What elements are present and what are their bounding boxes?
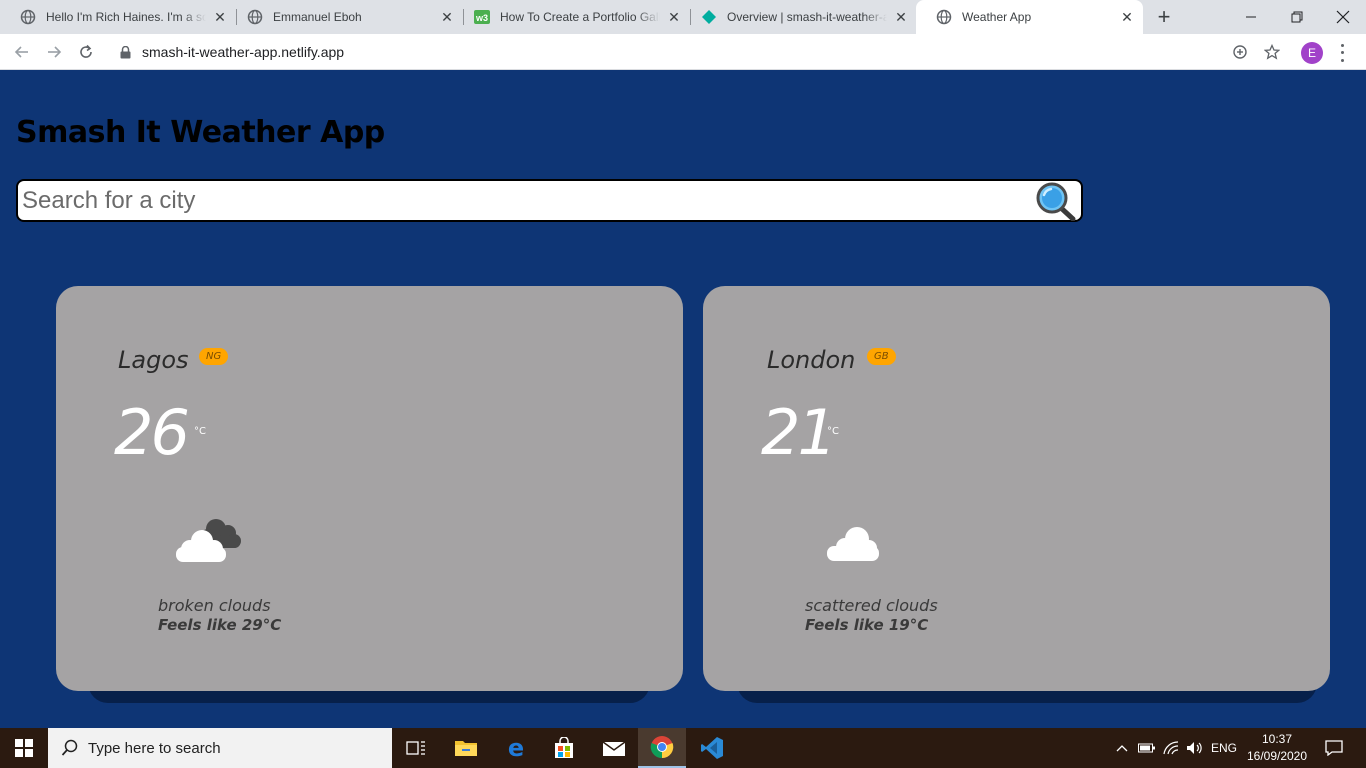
globe-icon	[936, 9, 952, 25]
taskbar-search-placeholder: Type here to search	[88, 739, 221, 757]
temperature-unit: °C	[194, 426, 206, 437]
feels-like: Feels like 19°C	[805, 616, 929, 634]
browser-toolbar: smash-it-weather-app.netlify.app E	[0, 34, 1366, 70]
close-window-button[interactable]	[1320, 0, 1366, 34]
tab-title: Emmanuel Eboh	[273, 10, 362, 24]
battery-icon[interactable]	[1136, 728, 1158, 768]
tab-title: Hello I'm Rich Haines. I'm a software de…	[46, 10, 206, 24]
close-tab-icon[interactable]: ✕	[212, 9, 228, 25]
minimize-button[interactable]	[1228, 0, 1274, 34]
install-app-icon[interactable]	[1228, 40, 1252, 64]
show-hidden-icons-chevron[interactable]	[1112, 728, 1132, 768]
chrome-icon[interactable]	[638, 728, 686, 768]
scattered-clouds-icon	[819, 511, 899, 571]
clock-date: 16/09/2020	[1246, 749, 1308, 763]
lock-icon[interactable]	[118, 45, 132, 59]
wifi-icon[interactable]	[1160, 728, 1182, 768]
weather-app-page: Smash It Weather App Lagos NG 26 °C	[0, 71, 1366, 728]
close-tab-icon[interactable]: ✕	[439, 9, 455, 25]
svg-text:w3: w3	[475, 13, 488, 23]
bookmark-star-icon[interactable]	[1260, 40, 1284, 64]
temperature-value: 26	[114, 396, 190, 469]
tab-emmanuel-eboh[interactable]: Emmanuel Eboh ✕	[227, 0, 463, 34]
netlify-icon	[701, 9, 717, 25]
edge-browser-icon[interactable]: e	[492, 728, 540, 768]
feels-like: Feels like 29°C	[158, 616, 282, 634]
file-explorer-icon[interactable]	[442, 728, 490, 768]
tab-title: How To Create a Portfolio Gallery	[500, 10, 660, 24]
city-name: Lagos	[118, 346, 189, 374]
city-card-lagos: Lagos NG 26 °C broken clouds Feels like …	[56, 286, 683, 691]
broken-clouds-icon	[168, 511, 248, 571]
vscode-icon[interactable]	[688, 728, 736, 768]
close-tab-icon[interactable]: ✕	[1119, 9, 1135, 25]
input-language[interactable]: ENG	[1208, 728, 1240, 768]
reload-icon[interactable]	[74, 40, 98, 64]
magnifier-search-icon[interactable]	[1033, 181, 1077, 222]
browser-tab-strip: Hello I'm Rich Haines. I'm a software de…	[0, 0, 1366, 34]
tab-portfolio-gallery[interactable]: w3 How To Create a Portfolio Gallery ✕	[454, 0, 690, 34]
weather-description: scattered clouds	[805, 596, 938, 615]
windows-taskbar: Type here to search e ENG 10:37 16/09/20…	[0, 728, 1366, 768]
mail-icon[interactable]	[590, 728, 638, 768]
task-view-icon[interactable]	[392, 728, 440, 768]
temperature-unit: °C	[827, 426, 839, 437]
back-arrow-icon[interactable]	[10, 40, 34, 64]
windows-start-icon[interactable]	[0, 728, 48, 768]
profile-avatar[interactable]: E	[1301, 42, 1323, 64]
close-tab-icon[interactable]: ✕	[893, 9, 909, 25]
city-search-input[interactable]	[22, 184, 1022, 217]
country-badge: GB	[867, 348, 896, 365]
clock-time: 10:37	[1261, 732, 1293, 746]
address-bar[interactable]: smash-it-weather-app.netlify.app	[108, 38, 1288, 66]
tab-netlify-overview[interactable]: Overview | smash-it-weather-app ✕	[681, 0, 917, 34]
temperature-value: 21	[761, 396, 837, 469]
new-tab-button[interactable]: +	[1152, 4, 1176, 29]
svg-text:e: e	[508, 736, 524, 760]
app-title: Smash It Weather App	[16, 115, 385, 150]
taskbar-search-box[interactable]: Type here to search	[48, 728, 392, 768]
globe-icon	[247, 9, 263, 25]
tab-weather-app[interactable]: Weather App ✕	[916, 0, 1143, 34]
weather-description: broken clouds	[158, 596, 271, 615]
browser-menu-icon[interactable]	[1334, 42, 1350, 64]
restore-button[interactable]	[1274, 0, 1320, 34]
system-clock[interactable]: 10:37 16/09/2020	[1246, 731, 1308, 765]
tab-title: Weather App	[962, 10, 1032, 24]
notifications-icon[interactable]	[1318, 728, 1350, 768]
forward-arrow-icon[interactable]	[42, 40, 66, 64]
search-icon	[60, 738, 80, 758]
w3schools-icon: w3	[474, 9, 490, 25]
country-badge: NG	[199, 348, 229, 365]
city-card-london: London GB 21 °C scattered clouds Feels l…	[703, 286, 1330, 691]
city-name: London	[767, 346, 856, 374]
volume-icon[interactable]	[1184, 728, 1206, 768]
tab-title: Overview | smash-it-weather-app	[727, 10, 887, 24]
url-text: smash-it-weather-app.netlify.app	[142, 44, 345, 60]
tab-rich-haines[interactable]: Hello I'm Rich Haines. I'm a software de…	[0, 0, 236, 34]
close-tab-icon[interactable]: ✕	[666, 9, 682, 25]
globe-icon	[20, 9, 36, 25]
city-search-box	[16, 179, 1083, 222]
microsoft-store-icon[interactable]	[540, 728, 588, 768]
